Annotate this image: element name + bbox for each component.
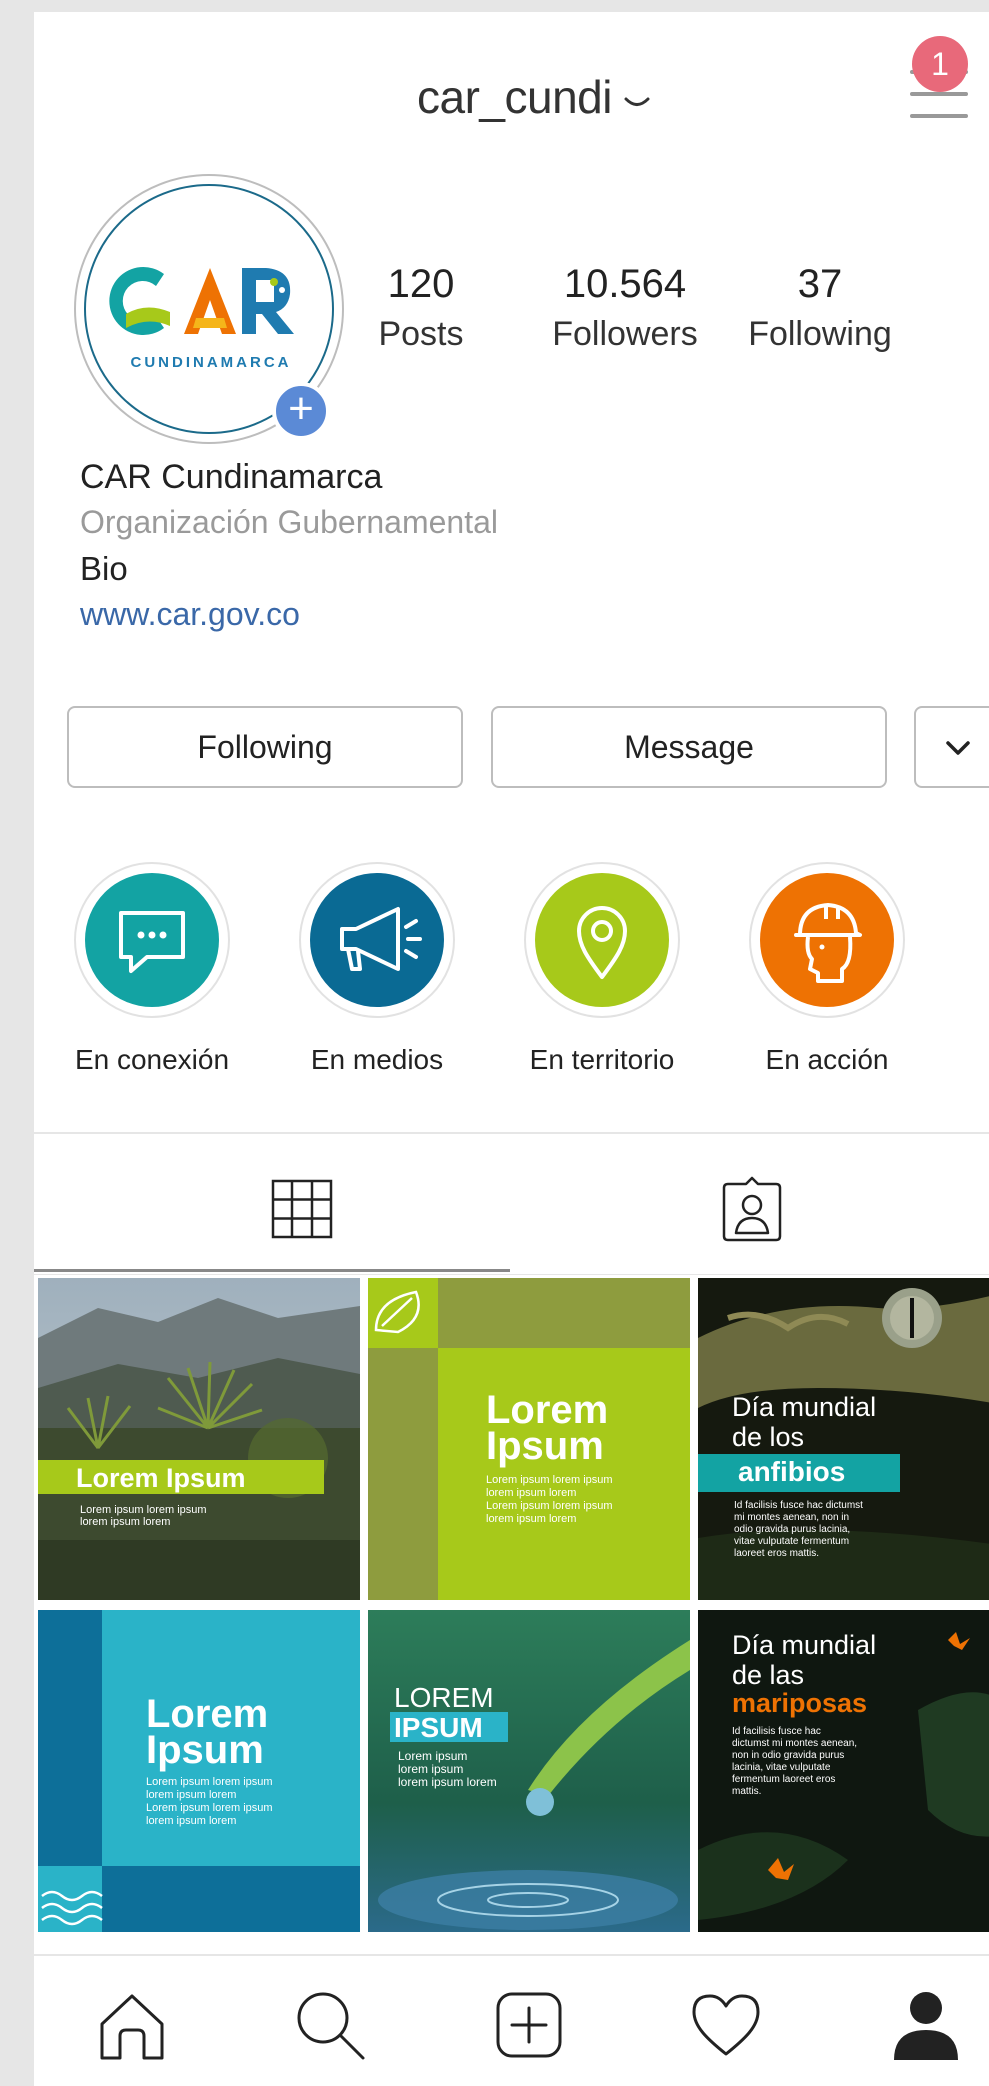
add-post-icon [496,1992,562,2058]
bottom-nav-divider [34,1954,989,1956]
post-text: Día mundial [732,1392,877,1422]
nav-profile[interactable] [886,1984,966,2064]
highlight-label: En territorio [529,1044,675,1075]
post-body: Id facilisis fusce hac dictumst mi monte… [732,1726,858,1797]
highlight-en-medios[interactable]: En medios [277,862,477,1076]
post-tile[interactable]: Día mundial de los anfibios Id facilisis… [698,1278,989,1600]
profile-category: Organización Gubernamental [80,504,499,540]
nav-home[interactable] [92,1984,172,2064]
profile-icon [894,1992,958,2060]
post-tile[interactable]: Lorem Ipsum Lorem ipsum lorem ipsum lore… [38,1610,360,1932]
grid-icon [271,1179,333,1239]
top-bar: car_cundi [34,12,989,172]
highlight-ring [74,862,230,1018]
post-body: Id facilisis fusce hac dictumst mi monte… [734,1500,863,1559]
heart-icon [692,1994,760,2056]
highlight-ring [749,862,905,1018]
nav-activity[interactable] [686,1984,766,2064]
highlight-circle [535,873,669,1007]
post-title: LOREM [394,1682,494,1713]
stat-label: Posts [378,315,464,353]
profile-bio-text: Bio [80,550,128,587]
chevron-down-icon[interactable] [624,96,650,110]
nav-search[interactable] [289,1984,369,2064]
highlight-circle [760,873,894,1007]
post-title: Ipsum [486,1424,604,1468]
post-text: de los [732,1422,805,1452]
suggested-accounts-button[interactable] [914,706,989,788]
highlight-label: En medios [310,1044,444,1075]
post-title: IPSUM [394,1712,483,1743]
post-highlight: anfibios [738,1456,846,1487]
post-tile[interactable]: Lorem Ipsum Lorem ipsum lorem ipsum lore… [38,1278,360,1600]
stat-label: Following [748,315,892,353]
stat-value: 120 [387,262,455,306]
post-title: Lorem [486,1388,609,1432]
post-text: de las [732,1660,805,1690]
post-title: Ipsum [146,1728,264,1772]
post-body: Lorem ipsum lorem ipsum lorem ipsum lore… [398,1749,497,1789]
chat-bubble-icon [119,911,185,973]
home-icon [100,1994,164,2060]
post-tile[interactable]: Lorem Ipsum Lorem ipsum lorem ipsum lore… [368,1278,690,1600]
stat-label: Followers [552,315,698,353]
stat-followers[interactable]: 10.564 Followers [535,262,715,354]
post-body: Lorem ipsum lorem ipsum lorem ipsum lore… [146,1776,273,1827]
post-title: Lorem [146,1692,269,1736]
tabs-bottom-divider [34,1274,989,1275]
account-username[interactable]: car_cundi [417,70,612,124]
post-tile[interactable]: Día mundial de las mariposas Id facilisi… [698,1610,989,1932]
post-tile[interactable]: LOREM IPSUM Lorem ipsum lorem ipsum lore… [368,1610,690,1932]
post-title: Lorem Ipsum [76,1463,246,1493]
stat-following[interactable]: 37 Following [730,262,910,354]
post-body: Lorem ipsum lorem ipsum lorem ipsum lore… [486,1474,613,1525]
post-body: Lorem ipsum lorem ipsum lorem ipsum lore… [80,1504,207,1528]
chevron-down-icon [946,741,970,755]
menu-bar-line [910,114,968,118]
highlight-circle [310,873,444,1007]
stat-posts[interactable]: 120 Posts [331,262,511,354]
post-text: Día mundial [732,1630,877,1660]
megaphone-icon [340,907,422,971]
highlight-ring [524,862,680,1018]
tagged-user-icon [722,1176,782,1242]
profile-screen: car_cundi CUNDINAMARCA + 120 Posts 10.56… [34,12,989,2086]
stat-value: 10.564 [563,262,687,306]
add-story-button[interactable]: + [272,382,330,440]
menu-bar-line [910,92,968,96]
search-icon [297,1992,365,2060]
highlight-circle [85,873,219,1007]
following-button[interactable]: Following [67,706,463,788]
highlight-label: En conexión [74,1044,230,1075]
stat-value: 37 [797,262,843,306]
highlight-en-accion[interactable]: En acción [727,862,927,1076]
tab-tagged[interactable] [514,1136,989,1272]
map-pin-icon [577,906,627,979]
worker-helmet-icon [794,903,862,983]
highlight-label: En acción [765,1044,889,1075]
post-highlight: mariposas [732,1688,868,1718]
highlight-en-conexion[interactable]: En conexión [52,862,252,1076]
avatar-caption: CUNDINAMARCA [130,354,292,371]
tabs-divider [34,1132,989,1134]
tab-grid[interactable] [34,1136,510,1272]
nav-new-post[interactable] [488,1984,568,2064]
profile-name: CAR Cundinamarca [80,458,383,496]
highlight-ring [299,862,455,1018]
notification-badge[interactable]: 1 [912,36,968,92]
profile-bio: CAR Cundinamarca Organización Gubernamen… [80,458,780,642]
message-button[interactable]: Message [491,706,887,788]
post-image [38,1278,360,1600]
profile-website-link[interactable]: www.car.gov.co [80,596,780,642]
highlight-en-territorio[interactable]: En territorio [502,862,702,1076]
